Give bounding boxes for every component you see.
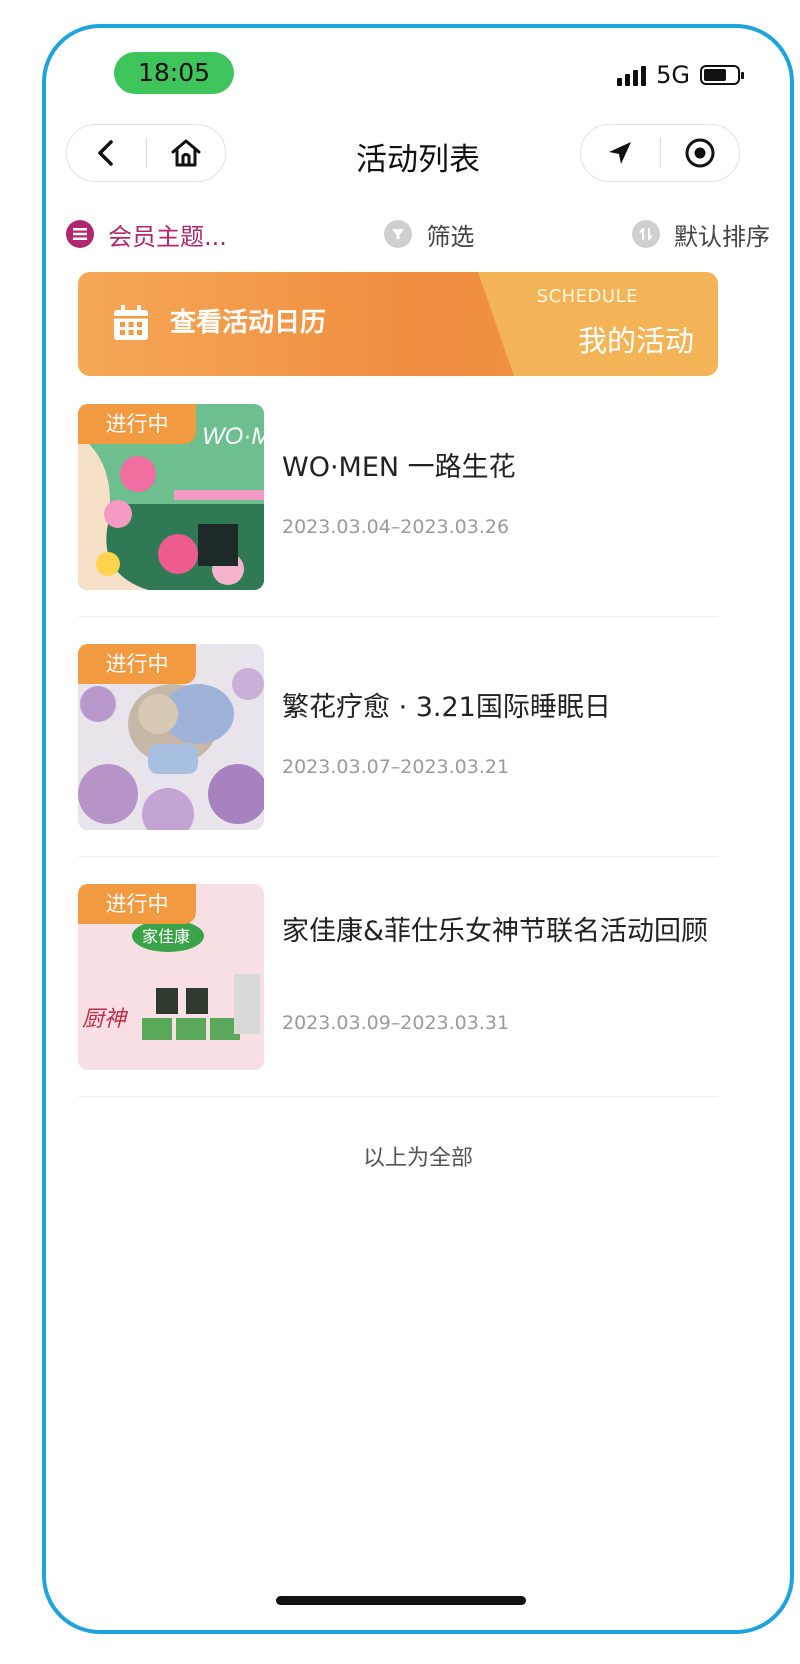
activity-date: 2023.03.04–2023.03.26 <box>282 516 510 538</box>
signal-icon <box>617 64 647 86</box>
funnel-icon <box>384 220 413 248</box>
thumb-women-text: WO·M 一路 <box>202 423 264 450</box>
sort-label: 默认排序 <box>673 222 770 251</box>
filter-label: 筛选 <box>426 222 475 251</box>
status-badge: 进行中 <box>78 884 196 924</box>
phone-frame: 18:05 5G 活动列表 会员主题... 筛选 默认排序 查看活动日历 SCH… <box>42 24 794 1634</box>
activity-title: 家佳康&菲仕乐女神节联名活动回顾 <box>282 916 709 947</box>
activity-title: 繁花疗愈 · 3.21国际睡眠日 <box>282 692 611 723</box>
thumb-brand-text: 家佳康 <box>142 928 190 946</box>
target-icon <box>685 138 715 168</box>
battery-icon <box>700 65 744 85</box>
activity-date: 2023.03.09–2023.03.31 <box>282 1012 510 1034</box>
activity-thumbnail: WO·M 一路 进行中 <box>78 404 264 590</box>
thumb-chef-text: 厨神 <box>82 1007 129 1032</box>
theme-filter[interactable]: 会员主题... <box>66 217 227 252</box>
schedule-caption: SCHEDULE <box>536 286 638 307</box>
filter-row: 会员主题... 筛选 默认排序 <box>66 214 770 254</box>
network-label: 5G <box>656 61 690 89</box>
list-divider <box>78 856 718 857</box>
my-activities-link[interactable]: 我的活动 <box>578 318 694 360</box>
activity-item[interactable]: 进行中 繁花疗愈 · 3.21国际睡眠日 2023.03.07–2023.03.… <box>78 644 718 832</box>
status-badge: 进行中 <box>78 404 196 444</box>
nav-right-capsule <box>580 124 740 182</box>
home-indicator[interactable] <box>276 1596 526 1605</box>
close-miniprogram-button[interactable] <box>661 125 740 181</box>
status-time: 18:05 <box>114 52 234 94</box>
calendar-icon <box>114 305 148 340</box>
activity-title: WO·MEN 一路生花 <box>282 452 516 483</box>
filter-button[interactable]: 筛选 <box>384 217 474 252</box>
activity-banner: 查看活动日历 SCHEDULE 我的活动 <box>78 272 718 376</box>
end-of-list-note: 以上为全部 <box>362 1146 473 1171</box>
list-divider <box>78 616 718 617</box>
status-badge: 进行中 <box>78 644 196 684</box>
theme-filter-label: 会员主题... <box>108 222 227 251</box>
activity-thumbnail: 家佳康 厨神 进行中 <box>78 884 264 1070</box>
activity-item[interactable]: 家佳康 厨神 进行中 家佳康&菲仕乐女神节联名活动回顾 2023.03.09–2… <box>78 884 718 1072</box>
location-button[interactable] <box>581 125 660 181</box>
sort-icon <box>631 220 660 248</box>
list-icon <box>66 220 94 248</box>
sort-button[interactable]: 默认排序 <box>631 217 770 252</box>
activity-item[interactable]: WO·M 一路 进行中 WO·MEN 一路生花 2023.03.04–2023.… <box>78 404 718 592</box>
activity-date: 2023.03.07–2023.03.21 <box>282 756 510 778</box>
list-divider <box>78 1096 718 1097</box>
status-indicators: 5G <box>617 58 744 92</box>
activity-calendar-link[interactable]: 查看活动日历 <box>170 302 326 339</box>
location-arrow-icon <box>609 142 632 164</box>
activity-thumbnail: 进行中 <box>78 644 264 830</box>
